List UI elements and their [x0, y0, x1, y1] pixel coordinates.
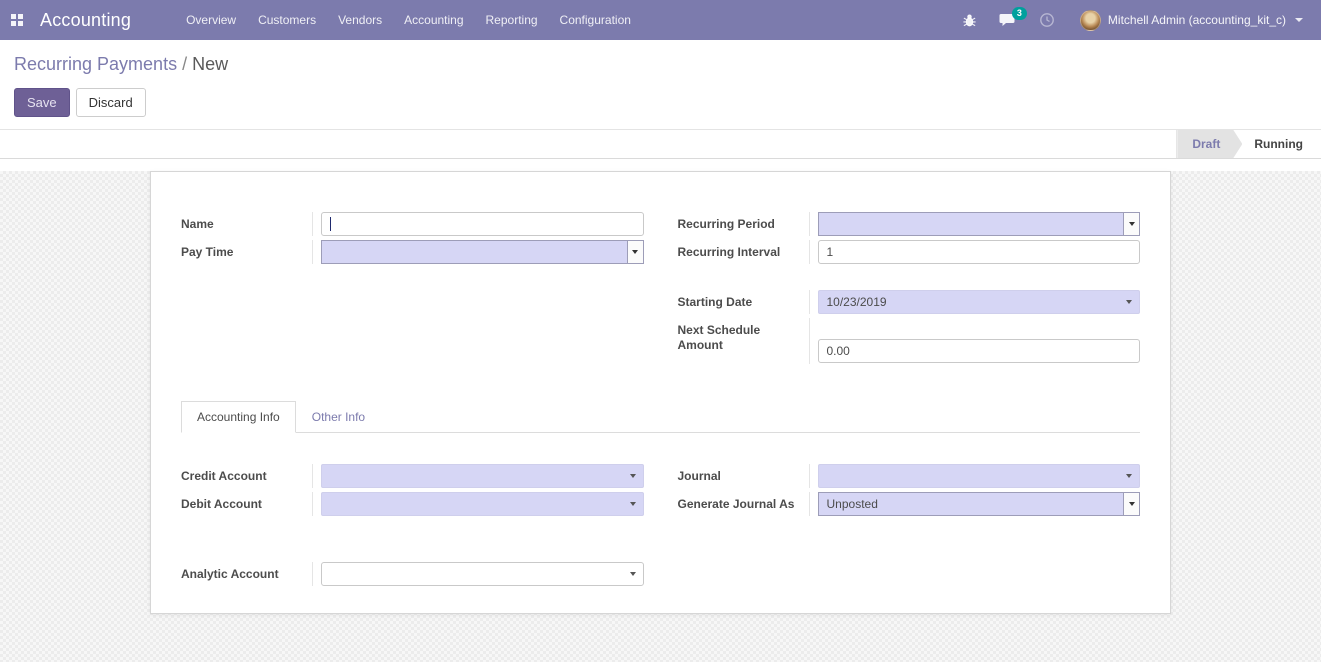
- form-status-row: Draft Running: [0, 130, 1321, 159]
- save-button[interactable]: Save: [14, 88, 70, 117]
- recurring-interval-label: Recurring Interval: [678, 240, 810, 264]
- systray: 3 Mitchell Admin (accounting_kit_c): [951, 0, 1311, 40]
- main-menu: Overview Customers Vendors Accounting Re…: [175, 0, 642, 40]
- next-schedule-amount-label: Next Schedule Amount: [678, 318, 810, 364]
- user-name: Mitchell Admin (accounting_kit_c): [1108, 13, 1286, 27]
- caret-down-icon: [630, 572, 636, 576]
- pay-time-select[interactable]: [321, 240, 644, 264]
- statusbar-state-draft[interactable]: Draft: [1177, 130, 1242, 158]
- menu-item-reporting[interactable]: Reporting: [475, 0, 549, 40]
- accounting-left-column: Credit Account Debit Account: [181, 464, 644, 520]
- generate-journal-as-label: Generate Journal As: [678, 492, 810, 516]
- content-area: Name Pay Time: [0, 171, 1321, 662]
- journal-label: Journal: [678, 464, 810, 488]
- starting-date-picker[interactable]: 10/23/2019: [818, 290, 1141, 314]
- avatar: [1080, 10, 1101, 31]
- top-navbar: Accounting Overview Customers Vendors Ac…: [0, 0, 1321, 40]
- tab-accounting-info[interactable]: Accounting Info: [181, 401, 296, 433]
- name-label: Name: [181, 212, 313, 236]
- debug-bug-button[interactable]: [951, 0, 988, 40]
- recurring-period-label: Recurring Period: [678, 212, 810, 236]
- analytic-left-column: Analytic Account: [181, 562, 644, 590]
- credit-account-label: Credit Account: [181, 464, 313, 488]
- control-panel: Recurring Payments/New Save Discard: [0, 40, 1321, 130]
- menu-item-customers[interactable]: Customers: [247, 0, 327, 40]
- menu-item-accounting[interactable]: Accounting: [393, 0, 474, 40]
- clock-icon: [1039, 12, 1055, 28]
- activities-button[interactable]: [1028, 0, 1066, 40]
- journal-select[interactable]: [818, 464, 1141, 488]
- top-left-column: Name Pay Time: [181, 212, 644, 268]
- discard-button[interactable]: Discard: [76, 88, 146, 117]
- field-row-debit-account: Debit Account: [181, 492, 644, 516]
- accounting-right-column: Journal Generate Journal As Unposted: [678, 464, 1141, 520]
- bug-icon: [962, 13, 977, 28]
- menu-item-configuration[interactable]: Configuration: [549, 0, 642, 40]
- caret-down-icon: [1126, 300, 1132, 304]
- control-panel-buttons: Save Discard: [14, 88, 1307, 117]
- chevron-down-icon: [1295, 18, 1303, 22]
- field-row-starting-date: Starting Date 10/23/2019: [678, 290, 1141, 314]
- breadcrumb-current: New: [192, 54, 228, 74]
- form-sheet: Name Pay Time: [150, 171, 1171, 614]
- analytic-account-label: Analytic Account: [181, 562, 313, 586]
- notebook-tabbar: Accounting Info Other Info: [181, 401, 1140, 433]
- recurring-interval-input[interactable]: 1: [818, 240, 1141, 264]
- message-count-badge: 3: [1012, 7, 1027, 20]
- statusbar-state-running[interactable]: Running: [1242, 130, 1317, 158]
- analytic-field-group: Analytic Account: [181, 562, 1140, 590]
- field-row-pay-time: Pay Time: [181, 240, 644, 264]
- accounting-info-field-group: Credit Account Debit Account: [181, 464, 1140, 520]
- debit-account-select[interactable]: [321, 492, 644, 516]
- breadcrumb: Recurring Payments/New: [14, 54, 1307, 75]
- breadcrumb-separator: /: [177, 54, 192, 74]
- menu-item-overview[interactable]: Overview: [175, 0, 247, 40]
- field-row-next-schedule-amount: Next Schedule Amount 0.00: [678, 318, 1141, 364]
- messages-button[interactable]: 3: [988, 0, 1028, 40]
- credit-account-select[interactable]: [321, 464, 644, 488]
- field-row-journal: Journal: [678, 464, 1141, 488]
- dropdown-arrow-icon: [1123, 213, 1139, 235]
- starting-date-label: Starting Date: [678, 290, 810, 314]
- pay-time-label: Pay Time: [181, 240, 313, 264]
- field-row-recurring-period: Recurring Period: [678, 212, 1141, 236]
- dropdown-arrow-icon: [627, 241, 643, 263]
- apps-grid-icon: [11, 14, 23, 26]
- breadcrumb-recurring-payments[interactable]: Recurring Payments: [14, 54, 177, 74]
- caret-down-icon: [1126, 474, 1132, 478]
- caret-down-icon: [630, 502, 636, 506]
- statusbar: Draft Running: [1176, 130, 1321, 158]
- tab-other-info[interactable]: Other Info: [296, 401, 381, 433]
- generate-journal-as-select[interactable]: Unposted: [818, 492, 1141, 516]
- top-right-column: Recurring Period Recurring Interval 1: [678, 212, 1141, 368]
- user-menu[interactable]: Mitchell Admin (accounting_kit_c): [1066, 0, 1311, 40]
- field-row-credit-account: Credit Account: [181, 464, 644, 488]
- field-row-recurring-interval: Recurring Interval 1: [678, 240, 1141, 264]
- field-row-name: Name: [181, 212, 644, 236]
- caret-down-icon: [630, 474, 636, 478]
- debit-account-label: Debit Account: [181, 492, 313, 516]
- top-field-group: Name Pay Time: [181, 212, 1140, 368]
- next-schedule-amount-input[interactable]: 0.00: [818, 339, 1141, 363]
- field-row-analytic-account: Analytic Account: [181, 562, 644, 586]
- apps-menu-button[interactable]: [0, 0, 34, 40]
- name-input[interactable]: [321, 212, 644, 236]
- text-cursor: [330, 217, 331, 231]
- app-brand-title[interactable]: Accounting: [40, 10, 131, 31]
- dropdown-arrow-icon: [1123, 493, 1139, 515]
- recurring-period-select[interactable]: [818, 212, 1141, 236]
- analytic-account-select[interactable]: [321, 562, 644, 586]
- menu-item-vendors[interactable]: Vendors: [327, 0, 393, 40]
- field-row-generate-journal-as: Generate Journal As Unposted: [678, 492, 1141, 516]
